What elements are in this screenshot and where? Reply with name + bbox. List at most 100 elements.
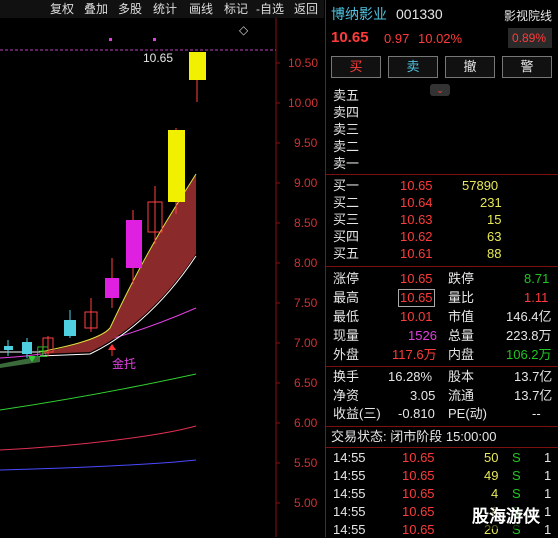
bid-volume: 57890 [462,178,499,193]
pe-label: PE(动) [448,406,488,421]
draw-line-button[interactable]: 画线 [189,1,213,17]
tick-time: 14:55 [333,522,366,537]
float-label: 流通 [448,388,475,403]
bid-label: 买二 [333,195,360,210]
tick-side: S [512,468,521,483]
support-label: 金托 [112,356,136,371]
limit-down-label: 跌停 [448,271,475,286]
diamond-icon: ◇ [239,23,249,37]
net-asset-label: 净资 [333,388,360,403]
candle [4,346,13,350]
bid-label: 买五 [333,246,360,261]
price-tick: 7.50 [294,296,318,310]
pe-value: -- [532,406,541,421]
shares-value: 13.7亿 [514,369,553,384]
bid-volume: 231 [480,195,502,210]
outer-volume-label: 外盘 [333,347,360,362]
eps-value: -0.810 [398,406,435,421]
tick-volume: 50 [484,450,499,465]
bid-price[interactable]: 10.61 [400,246,433,262]
high-price-label: 10.65 [143,51,173,65]
limit-up-value: 10.65 [400,271,433,286]
current-volume-label: 现量 [333,328,360,343]
price-tick: 6.00 [294,416,318,430]
bid-label: 买一 [333,178,360,193]
price-tick: 8.00 [294,256,318,270]
sector-name[interactable]: 影视院线 [504,8,552,24]
price-tick: 9.00 [294,176,318,190]
price-tick: 9.50 [294,136,318,150]
bid-price[interactable]: 10.64 [400,195,433,211]
limit-down-value: 8.71 [524,271,550,286]
eps-label: 收益(三) [333,406,381,421]
price-tick: 10.00 [288,96,318,110]
statistics-button[interactable]: 统计 [153,1,177,17]
candle [105,278,119,298]
mark-button[interactable]: 标记 [224,1,248,17]
sell-button[interactable]: 卖 [388,56,438,78]
current-volume-value: 1526 [408,328,437,343]
bid-volume: 88 [487,246,502,261]
candle [126,220,142,268]
tick-price: 10.65 [402,486,435,501]
multi-stock-button[interactable]: 多股 [118,1,142,17]
restore-rights-button[interactable]: 复权 [50,1,74,17]
tick-count: 1 [544,468,552,483]
tick-side: S [512,450,521,465]
bid-price[interactable]: 10.63 [400,212,433,228]
tick-count: 1 [544,522,552,537]
price-tick: 6.50 [294,376,318,390]
stock-code: 001330 [396,6,443,22]
tick-time: 14:55 [333,450,366,465]
cancel-button[interactable]: 撤 [445,56,495,78]
bid-price[interactable]: 10.62 [400,229,433,245]
limit-up-label: 涨停 [333,271,360,286]
volume-ratio-value: 1.11 [524,290,549,305]
outer-volume-value: 117.6万 [392,347,437,362]
bid-label: 买三 [333,212,360,227]
ma-line-red [0,425,197,451]
price-change-pct: 10.02% [418,31,463,46]
current-price: 10.65 [331,29,369,46]
remove-watchlist-button[interactable]: -自选 [256,1,284,17]
stock-name: 博纳影业 [331,6,387,22]
inner-volume-value: 106.2万 [506,347,552,362]
market-cap-label: 市值 [448,309,475,324]
tick-price: 10.65 [402,468,435,483]
tick-price: 10.65 [402,522,435,537]
candle [64,320,76,336]
turnover-label: 换手 [333,369,360,384]
price-tick: 10.50 [288,56,318,70]
price-change: 0.97 [384,31,410,46]
total-volume-value: 223.8万 [506,328,552,343]
kline-chart[interactable]: 10.50 10.00 9.50 9.00 8.50 8.00 7.50 7.0… [0,18,324,537]
low-value: 10.01 [400,309,433,324]
shares-label: 股本 [448,369,475,384]
ask-label: 卖二 [333,139,360,154]
high-value: 10.65 [398,289,435,307]
sector-change-badge: 0.89% [508,28,552,48]
tick-price: 10.65 [402,450,435,465]
overlay-button[interactable]: 叠加 [84,1,108,17]
high-label: 最高 [333,290,360,305]
ma-line-blue [0,459,197,471]
back-button[interactable]: 返回 [294,1,318,17]
alert-button[interactable]: 警 [502,56,552,78]
ma-line-green [0,373,197,411]
ask-label: 卖三 [333,122,360,137]
low-label: 最低 [333,309,360,324]
price-axis: 10.50 10.00 9.50 9.00 8.50 8.00 7.50 7.0… [288,56,318,510]
bid-volume: 15 [487,212,502,227]
candle [22,342,32,354]
buy-button[interactable]: 买 [331,56,381,78]
tick-count: 1 [544,486,552,501]
tick-price: 10.65 [402,504,435,519]
inner-volume-label: 内盘 [448,347,475,362]
collapse-chevron-icon[interactable]: ⌄ [430,84,450,96]
candle [168,130,185,202]
price-tick: 5.50 [294,456,318,470]
bid-price[interactable]: 10.65 [400,178,433,194]
volume-ratio-label: 量比 [448,290,475,305]
tick-count: 1 [544,450,552,465]
net-asset-value: 3.05 [410,388,436,403]
